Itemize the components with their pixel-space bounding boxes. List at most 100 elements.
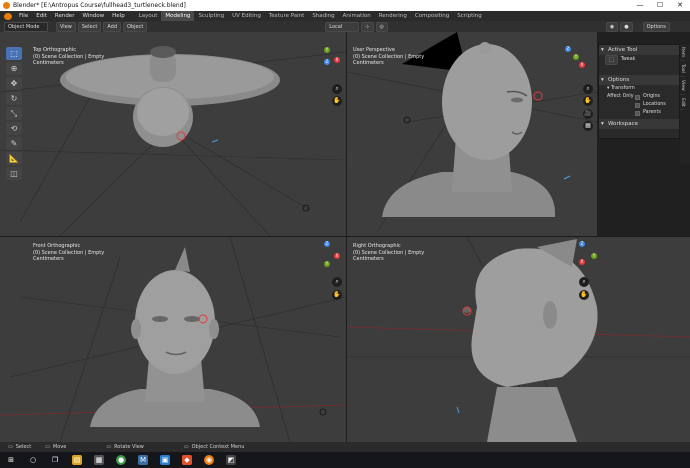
annotate-icon[interactable]: ✎ (6, 137, 22, 150)
tab-scripting[interactable]: Scripting (453, 11, 485, 21)
camera-view-icon[interactable]: 🎥 (583, 109, 593, 119)
viewport-front[interactable]: Front Orthographic (0) Scene Collection … (0, 237, 346, 442)
select-box-icon[interactable]: ⬚ (6, 47, 22, 60)
menu-select[interactable]: Select (77, 21, 102, 32)
app-icon[interactable]: ◩ (226, 455, 236, 465)
gizmo-y-axis[interactable]: Y (324, 47, 330, 53)
windows-start-icon[interactable]: ⊞ (6, 455, 16, 465)
gizmo-z-axis[interactable]: Z (324, 59, 330, 65)
options-header[interactable]: Options (599, 75, 679, 85)
task-view-icon[interactable]: ❐ (50, 455, 60, 465)
viewport-right[interactable]: Right Orthographic (0) Scene Collection … (347, 237, 690, 442)
viewport-divider-vertical[interactable] (346, 32, 347, 442)
perspective-toggle-icon[interactable]: ▦ (583, 121, 593, 131)
viewport-top-units: Centimeters (33, 60, 64, 66)
gizmo-y-axis[interactable]: Y (324, 261, 330, 267)
pan-hand-icon[interactable]: ✋ (583, 96, 593, 106)
add-cube-icon[interactable]: ◫ (6, 167, 22, 180)
mouse-left-icon: ▭ (8, 444, 13, 450)
blender-app-icon[interactable]: ◉ (204, 455, 214, 465)
zoom-icon[interactable]: ⌕ (332, 277, 342, 287)
snap-icon[interactable]: ⊹ (361, 21, 374, 32)
tab-compositing[interactable]: Compositing (411, 11, 453, 21)
minimize-button[interactable]: — (630, 0, 650, 11)
explorer-icon[interactable]: ▤ (72, 455, 82, 465)
viewport-top[interactable]: Top Orthographic (0) Scene Collection | … (0, 32, 346, 236)
axis-gizmo[interactable]: Z Y X (559, 44, 589, 74)
shading-solid-icon[interactable]: ● (620, 21, 633, 32)
tab-modeling[interactable]: Modeling (161, 11, 195, 21)
axis-gizmo[interactable]: Z X Y (312, 241, 342, 271)
status-context: Object Context Menu (191, 444, 245, 450)
search-icon[interactable]: ○ (28, 455, 38, 465)
measure-icon[interactable]: 📐 (6, 152, 22, 165)
locations-checkbox[interactable] (635, 102, 640, 108)
gizmo-y-axis[interactable]: Y (573, 54, 579, 60)
viewport-perspective[interactable]: User Perspective (0) Scene Collection | … (347, 32, 597, 236)
tab-uv-editing[interactable]: UV Editing (228, 11, 265, 21)
pan-hand-icon[interactable]: ✋ (332, 290, 342, 300)
menu-help[interactable]: Help (108, 11, 129, 21)
sticky-notes-icon[interactable]: ▦ (94, 455, 104, 465)
gizmo-x-axis[interactable]: X (334, 253, 340, 259)
chrome-icon[interactable]: ● (116, 455, 126, 465)
gizmo-x-axis[interactable]: X (334, 57, 340, 63)
origins-checkbox[interactable] (635, 94, 640, 100)
tab-texture-paint[interactable]: Texture Paint (265, 11, 309, 21)
menu-window[interactable]: Window (78, 11, 108, 21)
brave-icon[interactable]: ◆ (182, 455, 192, 465)
parents-checkbox[interactable] (635, 110, 640, 116)
transform-icon[interactable]: ⟲ (6, 122, 22, 135)
gizmo-y-axis[interactable]: Y (591, 253, 597, 259)
gizmo-x-axis[interactable]: X (579, 259, 585, 265)
scale-icon[interactable]: ⤡ (6, 107, 22, 120)
proportional-icon[interactable]: ◎ (375, 21, 388, 32)
tab-item[interactable]: Item (680, 44, 685, 62)
blender-menu-icon[interactable] (4, 12, 12, 20)
menu-add[interactable]: Add (103, 21, 121, 32)
menu-file[interactable]: File (15, 11, 32, 21)
cursor-icon[interactable]: ⊕ (6, 62, 22, 75)
tab-layout[interactable]: Layout (135, 11, 162, 21)
orientation-dropdown[interactable]: Local (325, 21, 360, 32)
tab-tool[interactable]: Tool (680, 61, 685, 77)
viewport-divider-horizontal[interactable] (0, 236, 690, 237)
gizmo-x-axis[interactable]: X (579, 62, 585, 68)
menu-object[interactable]: Object (123, 21, 148, 32)
workspace-header[interactable]: Workspace (599, 119, 679, 129)
gizmo-z-axis[interactable]: Z (324, 241, 330, 247)
tweak-tool-icon[interactable]: ⬚ (605, 55, 618, 65)
tab-sculpting[interactable]: Sculpting (194, 11, 228, 21)
move-icon[interactable]: ✥ (6, 77, 22, 90)
axis-gizmo[interactable]: Y X Z (312, 47, 342, 77)
zoom-icon[interactable]: ⌕ (583, 84, 593, 94)
tab-view[interactable]: View (680, 77, 685, 95)
menu-edit[interactable]: Edit (32, 11, 51, 21)
menu-view[interactable]: View (56, 21, 76, 32)
maximize-button[interactable]: ☐ (650, 0, 670, 11)
tab-edit[interactable]: Edit (680, 95, 685, 111)
gizmo-z-axis[interactable]: Z (565, 46, 571, 52)
visibility-icon[interactable]: ◉ (605, 21, 619, 32)
tab-rendering[interactable]: Rendering (375, 11, 411, 21)
sidebar-tabs: Item Tool View Edit (680, 44, 690, 164)
zoom-icon[interactable]: ⌕ (332, 84, 342, 94)
active-tool-header[interactable]: Active Tool (599, 45, 679, 55)
rotate-icon[interactable]: ↻ (6, 92, 22, 105)
tab-shading[interactable]: Shading (308, 11, 338, 21)
options-dropdown[interactable]: Options (642, 21, 670, 32)
photos-icon[interactable]: ▣ (160, 455, 170, 465)
mouse-context-icon: ▭ (183, 444, 189, 450)
axis-gizmo[interactable]: Z Y X (569, 241, 599, 271)
mode-selector[interactable]: Object Mode (4, 21, 48, 32)
menu-render[interactable]: Render (51, 11, 79, 21)
blender-icon[interactable]: M (138, 455, 148, 465)
close-button[interactable]: ✕ (670, 0, 690, 11)
transform-subheader[interactable]: ▾ Transform (599, 85, 679, 93)
gizmo-z-axis[interactable]: Z (579, 241, 585, 247)
tab-animation[interactable]: Animation (339, 11, 375, 21)
zoom-icon[interactable]: ⌕ (579, 277, 589, 287)
pan-hand-icon[interactable]: ✋ (332, 96, 342, 106)
pan-hand-icon[interactable]: ✋ (579, 290, 589, 300)
status-select: Select (15, 444, 32, 450)
